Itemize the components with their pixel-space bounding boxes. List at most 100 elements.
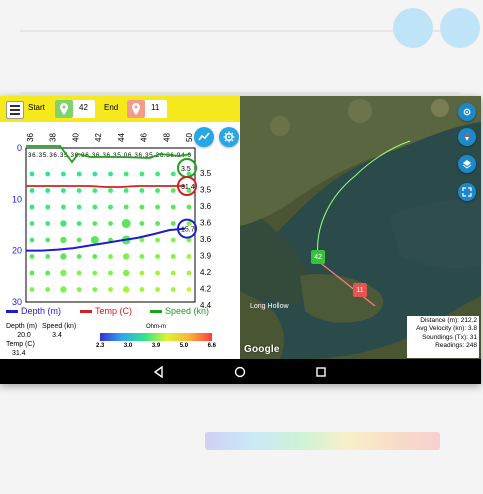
- resistivity-point: [139, 270, 145, 276]
- chart-legend: Depth (m) Temp (C) Speed (kn): [0, 306, 240, 318]
- resistivity-point: [76, 287, 82, 292]
- x-tick-label: 46: [140, 133, 149, 142]
- resistivity-point: [170, 287, 176, 292]
- y-tick-label: 20: [12, 246, 22, 256]
- stat-distance: Distance (m): 212.2: [420, 317, 477, 324]
- app-window: Start 42 End 11 36 38 40 42 44 46 48 50 0 10 20 30 3…: [0, 96, 481, 384]
- legend-speed: Speed (kn): [150, 306, 209, 316]
- resistivity-point: [92, 171, 98, 177]
- resistivity-point: [76, 204, 82, 210]
- resistivity-point: [45, 221, 51, 226]
- resistivity-point: [170, 270, 176, 276]
- layers-button[interactable]: [458, 155, 476, 173]
- resistivity-point: [108, 287, 113, 292]
- home-icon[interactable]: [233, 365, 247, 379]
- resistivity-point: [45, 188, 51, 193]
- resistivity-point: [155, 237, 161, 243]
- resistivity-point: [90, 236, 99, 244]
- start-pin-icon: [55, 100, 73, 118]
- resistivity-point: [45, 287, 51, 292]
- resistivity-point: [139, 287, 145, 292]
- resistivity-point: [186, 221, 192, 226]
- resistivity-point: [123, 188, 129, 193]
- scale-title: Ohm-m: [146, 324, 166, 330]
- resistivity-point: [123, 253, 130, 260]
- crosshair-icon: [463, 108, 471, 116]
- x-tick-label: 48: [162, 133, 171, 142]
- resistivity-point: [186, 254, 192, 259]
- resistivity-point: [60, 236, 67, 244]
- row-value-label: 3.5: [200, 186, 212, 195]
- stat-soundings: Soundings (Tx): 31: [422, 333, 477, 341]
- scale-ticks: 2.3 3.0 3.9 5.0 6.6: [96, 343, 216, 349]
- place-label: Long Hollow: [250, 303, 289, 310]
- resistivity-point: [155, 204, 161, 210]
- ghost-button: [440, 8, 480, 48]
- end-label: End: [104, 103, 119, 112]
- expand-icon: [462, 187, 472, 197]
- temp-line: [26, 185, 185, 188]
- resistivity-point: [60, 253, 67, 260]
- menu-button[interactable]: [6, 101, 24, 119]
- resistivity-point: [108, 221, 113, 226]
- resistivity-point: [170, 204, 176, 210]
- resistivity-point: [45, 254, 51, 259]
- resistivity-point: [45, 204, 51, 210]
- start-marker[interactable]: 42: [311, 250, 325, 264]
- resistivity-point: [139, 237, 145, 243]
- resistivity-point: [123, 269, 130, 277]
- resistivity-point: [186, 270, 192, 276]
- scale-tick: 6.6: [207, 343, 216, 349]
- resistivity-point: [76, 270, 82, 276]
- resistivity-point: [76, 237, 82, 243]
- cursor-value-label: 15.7: [181, 227, 195, 234]
- recents-icon[interactable]: [314, 365, 328, 379]
- resistivity-point: [155, 287, 161, 292]
- resistivity-point: [155, 188, 161, 193]
- end-marker[interactable]: 11: [353, 283, 367, 297]
- resistivity-point: [61, 188, 66, 193]
- compass-button[interactable]: [458, 128, 476, 146]
- resistivity-point: [29, 171, 35, 177]
- resistivity-point: [76, 221, 82, 226]
- resistivity-point: [139, 188, 145, 193]
- readout-temp-label: Temp (C): [6, 341, 35, 348]
- x-tick-label: 50: [185, 133, 194, 142]
- resistivity-point: [170, 188, 176, 193]
- stats-panel: Distance (m): 212.2 Avg Velocity (kn): 3…: [407, 316, 479, 358]
- locate-button[interactable]: [458, 103, 476, 121]
- resistivity-point: [108, 254, 113, 259]
- stat-readings: Readings: 248: [435, 341, 477, 349]
- legend-depth: Depth (m): [6, 306, 61, 316]
- fullscreen-button[interactable]: [458, 183, 476, 201]
- resistivity-point: [29, 188, 35, 193]
- resistivity-point: [155, 221, 161, 226]
- resistivity-point: [29, 287, 35, 292]
- resistivity-point: [29, 237, 35, 243]
- scale-gradient: [100, 333, 212, 341]
- back-icon[interactable]: [152, 365, 166, 379]
- end-pin-icon: [127, 100, 145, 118]
- row-value-label: 4.2: [200, 268, 212, 277]
- resistivity-point: [61, 171, 66, 177]
- legend-temp-label: Temp (C): [95, 306, 133, 316]
- resistivity-point: [170, 237, 176, 243]
- resistivity-chart: 36 38 40 42 44 46 48 50010203036.35.36.35.36.36…: [12, 133, 212, 310]
- compass-icon: [465, 133, 469, 141]
- resistivity-point: [29, 270, 35, 276]
- resistivity-point: [155, 171, 161, 177]
- ghost-button: [393, 8, 433, 48]
- legend-temp: Temp (C): [80, 306, 132, 316]
- ghost-grid: [20, 30, 460, 94]
- x-tick-label: 44: [117, 133, 126, 142]
- row-value-label: 3.9: [200, 252, 212, 261]
- legend-depth-label: Depth (m): [21, 306, 62, 316]
- resistivity-point: [29, 204, 35, 210]
- readout-speed-value: 3.4: [52, 332, 62, 339]
- row-value-label: 3.5: [200, 169, 212, 178]
- resistivity-point: [139, 221, 145, 226]
- resistivity-point: [92, 270, 98, 276]
- resistivity-point: [108, 270, 113, 276]
- resistivity-point: [92, 188, 98, 193]
- resistivity-point: [139, 204, 145, 210]
